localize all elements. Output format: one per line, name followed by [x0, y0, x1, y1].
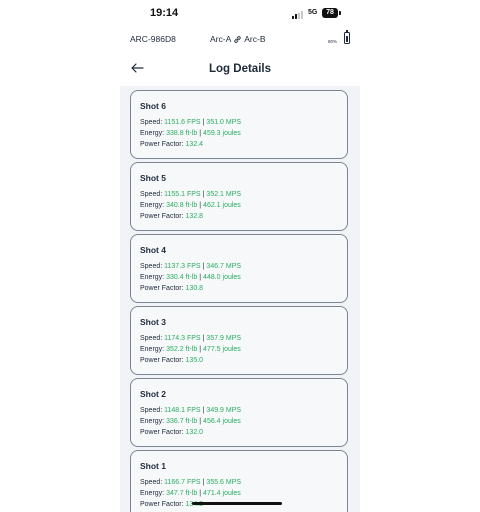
- speed-fps: 1155.1 FPS: [164, 191, 201, 198]
- signal-icon: [292, 11, 303, 19]
- device-battery-icon: [344, 32, 350, 44]
- energy-label: Energy:: [140, 130, 165, 137]
- speed-label: Speed:: [140, 335, 163, 342]
- energy-joules: 462.1 joules: [203, 202, 241, 209]
- power-factor-value: 132.8: [185, 213, 204, 220]
- device-id: ARC-986D8: [130, 34, 176, 44]
- device-battery-percent: 80%: [328, 39, 338, 44]
- speed-mps: 349.9 MPS: [206, 407, 242, 414]
- power-factor-label: Power Factor:: [140, 429, 184, 436]
- phone-battery-icon: 78: [322, 8, 338, 18]
- energy-joules: 471.4 joules: [203, 490, 241, 497]
- app-screen: 19:14 5G 78 ARC-986D8 Arc-A Arc-B 80% Lo…: [120, 0, 360, 512]
- device-pair: Arc-A Arc-B: [210, 34, 266, 44]
- shot-card[interactable]: Shot 5 Speed: 1155.1 FPS | 352.1 MPS Energ…: [130, 162, 348, 231]
- phone-battery-nub: [339, 11, 341, 15]
- energy-ftlb: 330.4 ft-lb: [166, 274, 198, 281]
- shot-card[interactable]: Shot 6 Speed: 1151.6 FPS | 351.0 MPS Energ…: [130, 90, 348, 159]
- shot-card[interactable]: Shot 2 Speed: 1148.1 FPS | 349.9 MPS Energ…: [130, 378, 348, 447]
- power-factor-label: Power Factor:: [140, 213, 184, 220]
- pair-right: Arc-B: [244, 34, 266, 44]
- energy-row: Energy: 347.7 ft-lb | 471.4 joules: [140, 490, 241, 497]
- energy-ftlb: 338.8 ft-lb: [166, 130, 198, 137]
- shot-title: Shot 6: [140, 101, 166, 111]
- energy-label: Energy:: [140, 418, 165, 425]
- power-factor-label: Power Factor:: [140, 357, 184, 364]
- power-factor-row: Power Factor: 130.8: [140, 285, 203, 292]
- power-factor-value: 130.8: [185, 285, 204, 292]
- energy-ftlb: 347.7 ft-lb: [166, 490, 198, 497]
- power-factor-value: 132.0: [185, 429, 204, 436]
- energy-ftlb: 340.8 ft-lb: [166, 202, 198, 209]
- energy-row: Energy: 352.2 ft-lb | 477.5 joules: [140, 346, 241, 353]
- speed-row: Speed: 1151.6 FPS | 351.0 MPS: [140, 119, 241, 126]
- speed-row: Speed: 1166.7 FPS | 355.6 MPS: [140, 479, 241, 486]
- speed-mps: 346.7 MPS: [206, 263, 242, 270]
- shot-title: Shot 5: [140, 173, 166, 183]
- status-time: 19:14: [150, 7, 179, 19]
- pair-left: Arc-A: [210, 34, 232, 44]
- shot-card[interactable]: Shot 4 Speed: 1137.3 FPS | 346.7 MPS Energ…: [130, 234, 348, 303]
- shot-title: Shot 1: [140, 461, 166, 471]
- power-factor-value: 132.4: [185, 141, 204, 148]
- speed-label: Speed:: [140, 479, 163, 486]
- energy-ftlb: 352.2 ft-lb: [166, 346, 198, 353]
- speed-label: Speed:: [140, 263, 163, 270]
- power-factor-row: Power Factor: 132.8: [140, 213, 203, 220]
- energy-joules: 448.0 joules: [203, 274, 241, 281]
- shot-title: Shot 2: [140, 389, 166, 399]
- speed-fps: 1137.3 FPS: [164, 263, 201, 270]
- speed-row: Speed: 1174.3 FPS | 357.9 MPS: [140, 335, 241, 342]
- speed-label: Speed:: [140, 191, 163, 198]
- speed-label: Speed:: [140, 119, 163, 126]
- energy-label: Energy:: [140, 490, 165, 497]
- power-factor-label: Power Factor:: [140, 501, 184, 508]
- network-type: 5G: [308, 9, 318, 16]
- energy-label: Energy:: [140, 202, 165, 209]
- power-factor-row: Power Factor: 135.0: [140, 357, 203, 364]
- speed-label: Speed:: [140, 407, 163, 414]
- speed-mps: 357.9 MPS: [206, 335, 242, 342]
- energy-label: Energy:: [140, 274, 165, 281]
- energy-label: Energy:: [140, 346, 165, 353]
- shot-card[interactable]: Shot 3 Speed: 1174.3 FPS | 357.9 MPS Energ…: [130, 306, 348, 375]
- power-factor-value: 135.0: [185, 357, 204, 364]
- energy-joules: 459.3 joules: [203, 130, 241, 137]
- device-battery-fill: [346, 35, 348, 42]
- device-header: ARC-986D8 Arc-A Arc-B 80%: [120, 28, 360, 52]
- speed-fps: 1174.3 FPS: [164, 335, 201, 342]
- link-icon: [234, 35, 241, 43]
- title-bar: Log Details: [120, 52, 360, 86]
- shot-title: Shot 4: [140, 245, 166, 255]
- power-factor-row: Power Factor: 132.0: [140, 429, 203, 436]
- home-indicator[interactable]: [192, 502, 282, 505]
- speed-fps: 1151.6 FPS: [164, 119, 201, 126]
- speed-row: Speed: 1137.3 FPS | 346.7 MPS: [140, 263, 241, 270]
- power-factor-label: Power Factor:: [140, 141, 184, 148]
- energy-ftlb: 336.7 ft-lb: [166, 418, 198, 425]
- power-factor-row: Power Factor: 132.4: [140, 141, 203, 148]
- energy-row: Energy: 330.4 ft-lb | 448.0 joules: [140, 274, 241, 281]
- energy-joules: 456.4 joules: [203, 418, 241, 425]
- energy-joules: 477.5 joules: [203, 346, 241, 353]
- status-bar: 19:14 5G 78: [120, 0, 360, 28]
- speed-mps: 352.1 MPS: [206, 191, 242, 198]
- speed-mps: 351.0 MPS: [206, 119, 242, 126]
- energy-row: Energy: 340.8 ft-lb | 462.1 joules: [140, 202, 241, 209]
- speed-fps: 1166.7 FPS: [164, 479, 201, 486]
- energy-row: Energy: 336.7 ft-lb | 456.4 joules: [140, 418, 241, 425]
- speed-row: Speed: 1155.1 FPS | 352.1 MPS: [140, 191, 241, 198]
- speed-mps: 355.6 MPS: [206, 479, 242, 486]
- power-factor-label: Power Factor:: [140, 285, 184, 292]
- shot-title: Shot 3: [140, 317, 166, 327]
- page-title: Log Details: [209, 63, 271, 75]
- energy-row: Energy: 338.8 ft-lb | 459.3 joules: [140, 130, 241, 137]
- speed-fps: 1148.1 FPS: [164, 407, 201, 414]
- speed-row: Speed: 1148.1 FPS | 349.9 MPS: [140, 407, 241, 414]
